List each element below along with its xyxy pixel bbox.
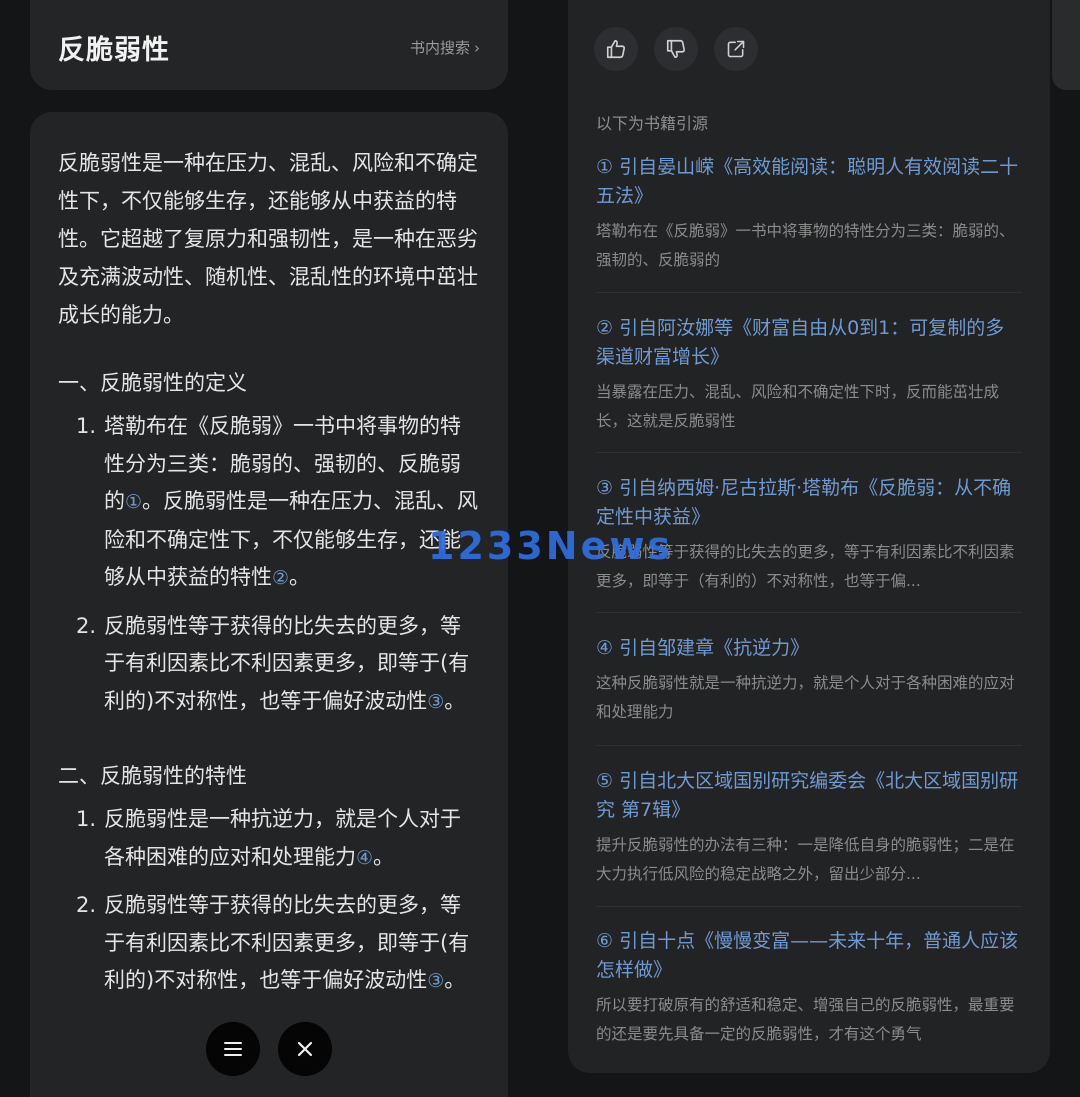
sources-label: 以下为书籍引源 xyxy=(596,114,709,133)
source-snippet: 这种反脆弱性就是一种抗逆力，就是个人对于各种困难的应对和处理能力 xyxy=(596,674,1015,721)
source-title: ① 引自晏山嵘《高效能阅读：聪明人有效阅读二十五法》 xyxy=(596,156,1019,207)
source-title: ⑥ 引自十点《慢慢变富——未来十年，普通人应该怎样做》 xyxy=(596,930,1019,981)
in-book-search-link[interactable]: 书内搜索 › xyxy=(410,37,480,58)
list-number: 2. xyxy=(76,893,97,917)
list-number: 2. xyxy=(76,613,97,638)
source-item[interactable]: ⑥ 引自十点《慢慢变富——未来十年，普通人应该怎样做》 所以要打破原有的舒适和稳… xyxy=(596,927,1022,1049)
menu-button[interactable] xyxy=(206,1022,260,1076)
thumbs-up-icon xyxy=(606,39,626,59)
share-button[interactable] xyxy=(714,27,758,71)
divider xyxy=(596,452,1022,453)
divider xyxy=(596,612,1022,613)
list-number: 1. xyxy=(76,807,97,831)
like-button[interactable] xyxy=(594,27,638,71)
source-snippet: 所以要打破原有的舒适和稳定、增强自己的反脆弱性，最重要的还是要先具备一定的反脆弱… xyxy=(596,996,1015,1043)
list-text: 反脆弱性是一种抗逆力，就是个人对于各种困难的应对和处理能力 xyxy=(104,807,461,869)
traits-list: 1. 反脆弱性是一种抗逆力，就是个人对于各种困难的应对和处理能力④。 2. 反脆… xyxy=(58,801,480,1001)
source-title: ② 引自阿汝娜等《财富自由从0到1：可复制的多渠道财富增长》 xyxy=(596,317,1005,368)
section-heading-traits: 二、反脆弱性的特性 xyxy=(58,764,247,788)
book-header: 反脆弱性 书内搜索 › xyxy=(30,0,508,90)
list-text: 。 xyxy=(444,968,466,992)
section-heading-definition: 一、反脆弱性的定义 xyxy=(58,371,247,395)
watermark: 1233News xyxy=(428,524,674,568)
citation-link[interactable]: ④ xyxy=(356,847,373,869)
list-item: 1. 反脆弱性是一种抗逆力，就是个人对于各种困难的应对和处理能力④。 xyxy=(58,801,480,877)
dislike-button[interactable] xyxy=(654,27,698,71)
next-panel-edge xyxy=(1052,0,1080,90)
source-item[interactable]: ① 引自晏山嵘《高效能阅读：聪明人有效阅读二十五法》 塔勒布在《反脆弱》一书中将… xyxy=(596,153,1022,275)
search-link-label: 书内搜索 xyxy=(409,39,470,57)
chevron-right-icon: › xyxy=(474,39,480,57)
list-text: 反脆弱性等于获得的比失去的更多，等于有利因素比不利因素更多，即等于(有利的)不对… xyxy=(104,893,470,992)
citation-link[interactable]: ① xyxy=(125,491,142,513)
thumbs-down-icon xyxy=(666,39,686,59)
list-number: 1. xyxy=(76,414,97,438)
page-title: 反脆弱性 xyxy=(58,35,170,66)
share-icon xyxy=(727,40,745,58)
list-text: 。 xyxy=(289,565,311,589)
source-title: ④ 引自邹建章《抗逆力》 xyxy=(596,637,810,659)
list-text: 反脆弱性等于获得的比失去的更多，等于有利因素比不利因素更多，即等于(有利的)不对… xyxy=(104,613,470,713)
list-text: 。 xyxy=(444,688,466,713)
source-item[interactable]: ⑤ 引自北大区域国别研究编委会《北大区域国别研究 第7辑》 提升反脆弱性的办法有… xyxy=(596,767,1022,889)
list-text: 。 xyxy=(373,844,395,869)
divider xyxy=(596,906,1022,907)
source-snippet: 当暴露在压力、混乱、风险和不确定性下时，反而能茁壮成长，这就是反脆弱性 xyxy=(596,383,1000,430)
definition-list: 1. 塔勒布在《反脆弱》一书中将事物的特性分为三类：脆弱的、强韧的、反脆弱的①。… xyxy=(58,408,480,721)
divider xyxy=(596,292,1022,293)
citation-link[interactable]: ③ xyxy=(427,970,444,992)
answer-card: 反脆弱性是一种在压力、混乱、风险和不确定性下，不仅能够生存，还能够从中获益的特性… xyxy=(30,112,508,1097)
source-item[interactable]: ② 引自阿汝娜等《财富自由从0到1：可复制的多渠道财富增长》 当暴露在压力、混乱… xyxy=(596,314,1022,436)
page: 反脆弱性 书内搜索 › 反脆弱性是一种在压力、混乱、风险和不确定性下，不仅能够生存… xyxy=(0,0,1080,1097)
citation-link[interactable]: ③ xyxy=(427,691,444,713)
close-icon xyxy=(297,1041,313,1057)
list-item: 2. 反脆弱性等于获得的比失去的更多，等于有利因素比不利因素更多，即等于(有利的… xyxy=(58,608,480,722)
list-item: 1. 塔勒布在《反脆弱》一书中将事物的特性分为三类：脆弱的、强韧的、反脆弱的①。… xyxy=(58,408,480,598)
citation-link[interactable]: ② xyxy=(272,567,289,589)
close-button[interactable] xyxy=(278,1022,332,1076)
menu-icon xyxy=(224,1042,242,1056)
source-snippet: 塔勒布在《反脆弱》一书中将事物的特性分为三类：脆弱的、强韧的、反脆弱的 xyxy=(596,222,1015,269)
divider xyxy=(596,745,1022,746)
intro-paragraph: 反脆弱性是一种在压力、混乱、风险和不确定性下，不仅能够生存，还能够从中获益的特性… xyxy=(58,151,478,327)
source-snippet: 提升反脆弱性的办法有三种：一是降低自身的脆弱性；二是在大力执行低风险的稳定战略之… xyxy=(596,836,1015,883)
source-item[interactable]: ④ 引自邹建章《抗逆力》 这种反脆弱性就是一种抗逆力，就是个人对于各种困难的应对… xyxy=(596,634,1022,727)
source-title: ⑤ 引自北大区域国别研究编委会《北大区域国别研究 第7辑》 xyxy=(596,770,1019,821)
list-item: 2. 反脆弱性等于获得的比失去的更多，等于有利因素比不利因素更多，即等于(有利的… xyxy=(58,887,480,1001)
